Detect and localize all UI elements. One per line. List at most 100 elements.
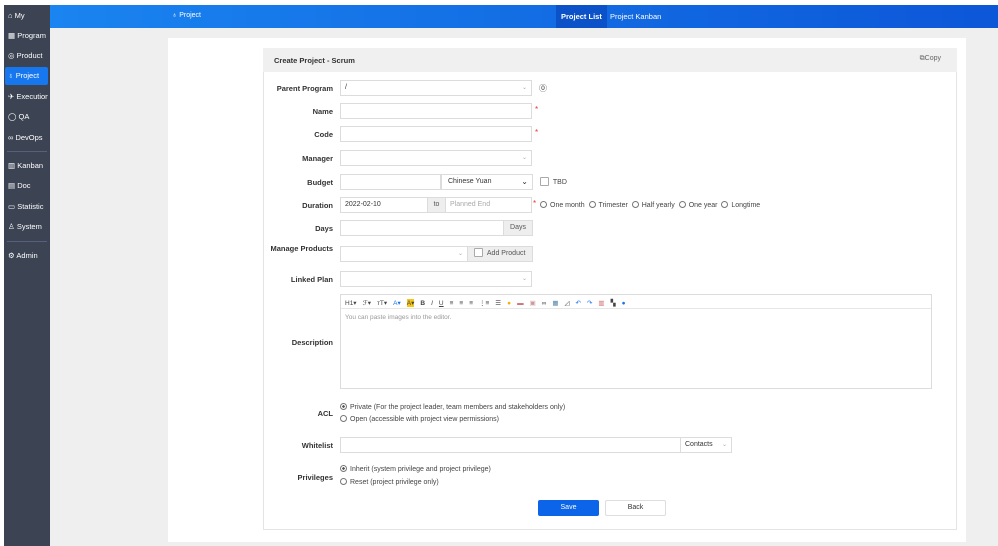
form-title: Create Project - Scrum bbox=[274, 56, 355, 65]
sidebar-item-qa[interactable]: ◯ QA bbox=[5, 108, 48, 126]
end-date-input[interactable]: Planned End bbox=[445, 197, 532, 213]
manager-select[interactable]: ⌄ bbox=[340, 150, 532, 166]
radio-longtime[interactable]: Longtime bbox=[721, 201, 760, 209]
sidebar-item-devops[interactable]: ∞ DevOps bbox=[5, 129, 48, 147]
copy-label: Copy bbox=[924, 55, 941, 62]
budget-input[interactable] bbox=[340, 174, 441, 190]
code-icon[interactable]: ▣ bbox=[530, 299, 536, 307]
save-button[interactable]: Save bbox=[538, 500, 599, 516]
chart-icon: ▭ bbox=[8, 202, 16, 211]
unordered-list-button[interactable]: ☰ bbox=[495, 299, 501, 307]
checkbox[interactable] bbox=[474, 248, 483, 257]
required-marker: * bbox=[533, 199, 537, 208]
description-label: Description bbox=[291, 338, 333, 347]
tab-project-list[interactable]: Project List bbox=[556, 5, 607, 28]
highlight-button[interactable]: A▾ bbox=[406, 299, 415, 307]
parent-program-select[interactable]: / ⌄ bbox=[340, 80, 532, 96]
parent-program-label: Parent Program bbox=[276, 84, 333, 93]
kanban-icon: ▥ bbox=[8, 161, 16, 170]
sidebar-label: DevOps bbox=[15, 133, 43, 142]
currency-select[interactable]: Chinese Yuan ⌄ bbox=[441, 174, 533, 190]
sidebar-item-kanban[interactable]: ▥ Kanban bbox=[5, 157, 48, 175]
infinity-icon: ∞ bbox=[8, 133, 14, 142]
code-label: Code bbox=[314, 130, 333, 139]
heading-button[interactable]: H1▾ bbox=[345, 299, 357, 307]
contacts-value: Contacts bbox=[685, 441, 713, 448]
table-icon[interactable]: ▦ bbox=[552, 299, 558, 307]
description-editor[interactable]: H1▾ ℱ▾ ᴛT▾ A▾ A▾ B I U ≡ ≡ ≡ ⋮≡ ☰ ● ▬ ▣ ∞ ▦ ◿ ↶ ↷ ▥ ▚ ● You can… bbox=[340, 294, 932, 389]
bold-button[interactable]: B bbox=[420, 300, 425, 307]
sidebar-item-doc[interactable]: ▤ Doc bbox=[5, 177, 48, 195]
undo-icon[interactable]: ↶ bbox=[576, 299, 581, 307]
linked-plan-select[interactable]: ⌄ bbox=[340, 271, 532, 287]
font-color-button[interactable]: A▾ bbox=[393, 299, 401, 307]
sidebar-label: QA bbox=[18, 112, 30, 121]
eraser-icon[interactable]: ◿ bbox=[565, 299, 570, 307]
add-product-checkbox[interactable]: Add Product bbox=[467, 246, 533, 262]
sidebar-label: Statistic bbox=[17, 202, 44, 211]
link-icon[interactable]: ∞ bbox=[542, 300, 547, 307]
sidebar-item-product[interactable]: ◎ Product bbox=[5, 47, 48, 65]
about-icon[interactable]: ● bbox=[622, 300, 626, 307]
privilege-reset-radio[interactable]: Reset (project privilege only) bbox=[340, 478, 439, 486]
checkbox[interactable] bbox=[540, 177, 549, 186]
emoji-icon[interactable]: ● bbox=[507, 300, 511, 307]
sidebar-item-execution[interactable]: ✈ Execution bbox=[5, 88, 48, 106]
font-size-button[interactable]: ᴛT▾ bbox=[377, 299, 387, 307]
align-center-button[interactable]: ≡ bbox=[459, 300, 463, 307]
align-right-button[interactable]: ≡ bbox=[469, 300, 473, 307]
form-card bbox=[263, 48, 957, 530]
radio-one-month[interactable]: One month bbox=[540, 201, 585, 209]
contacts-select[interactable]: Contacts ⌄ bbox=[680, 437, 732, 453]
tbd-checkbox[interactable]: TBD bbox=[540, 177, 567, 186]
align-left-button[interactable]: ≡ bbox=[450, 300, 454, 307]
days-addon: Days bbox=[503, 220, 533, 236]
chevron-down-icon: ⌄ bbox=[721, 442, 727, 448]
sidebar-item-project[interactable]: ♁ Project bbox=[5, 67, 48, 85]
sidebar-label: Product bbox=[16, 51, 43, 60]
parent-program-value: / bbox=[345, 84, 347, 91]
add-product-label: Add Product bbox=[486, 250, 526, 257]
font-family-button[interactable]: ℱ▾ bbox=[363, 299, 371, 307]
product-select[interactable]: ⌄ bbox=[340, 246, 468, 262]
privilege-inherit-radio[interactable]: Inherit (system privilege and project pr… bbox=[340, 465, 491, 473]
whitelist-input[interactable] bbox=[340, 437, 681, 453]
linked-plan-label: Linked Plan bbox=[290, 275, 333, 284]
doc-icon: ▤ bbox=[8, 181, 16, 190]
required-marker: * bbox=[535, 128, 539, 137]
redo-icon[interactable]: ↷ bbox=[587, 299, 592, 307]
tab-project-kanban[interactable]: Project Kanban bbox=[610, 5, 661, 28]
italic-button[interactable]: I bbox=[431, 300, 433, 307]
help-icon[interactable]: ⓪ bbox=[539, 83, 547, 94]
source-icon[interactable]: ▚ bbox=[611, 299, 616, 307]
back-button[interactable]: Back bbox=[605, 500, 666, 516]
module-title[interactable]: ♁ Project bbox=[172, 12, 201, 19]
radio-trimester[interactable]: Trimester bbox=[588, 201, 628, 209]
sidebar-label: Admin bbox=[16, 251, 38, 260]
radio-half-yearly[interactable]: Half yearly bbox=[631, 201, 675, 209]
sidebar-label: Project bbox=[15, 71, 40, 80]
days-input[interactable] bbox=[340, 220, 505, 236]
acl-private-radio[interactable]: Private (For the project leader, team me… bbox=[340, 403, 565, 411]
radio-one-year[interactable]: One year bbox=[678, 201, 717, 209]
sidebar-label: Doc bbox=[17, 181, 31, 190]
name-input[interactable] bbox=[340, 103, 532, 119]
editor-toolbar: H1▾ ℱ▾ ᴛT▾ A▾ A▾ B I U ≡ ≡ ≡ ⋮≡ ☰ ● ▬ ▣ ∞ ▦ ◿ ↶ ↷ ▥ ▚ ● bbox=[341, 295, 931, 309]
sidebar-item-program[interactable]: ▦ Program bbox=[5, 27, 48, 45]
underline-button[interactable]: U bbox=[439, 300, 444, 307]
code-input[interactable] bbox=[340, 126, 532, 142]
editor-placeholder: You can paste images into the editor. bbox=[345, 314, 452, 321]
currency-value: Chinese Yuan bbox=[448, 178, 492, 185]
copy-button[interactable]: ⧉Copy bbox=[920, 55, 941, 63]
acl-open-radio[interactable]: Open (accessible with project view permi… bbox=[340, 415, 499, 423]
sidebar-item-my[interactable]: ⌂ My bbox=[5, 7, 48, 25]
manager-label: Manager bbox=[302, 154, 333, 163]
begin-date-input[interactable]: 2022-02-10 bbox=[340, 197, 428, 213]
sidebar-item-statistic[interactable]: ▭ Statistic bbox=[5, 198, 48, 216]
sidebar-item-system[interactable]: ♙ System bbox=[5, 218, 48, 236]
ordered-list-button[interactable]: ⋮≡ bbox=[479, 299, 489, 307]
chevron-down-icon: ⌄ bbox=[521, 276, 527, 282]
sidebar-item-admin[interactable]: ⚙ Admin bbox=[5, 247, 48, 265]
template-icon[interactable]: ▥ bbox=[598, 299, 604, 307]
image-icon[interactable]: ▬ bbox=[517, 300, 524, 307]
